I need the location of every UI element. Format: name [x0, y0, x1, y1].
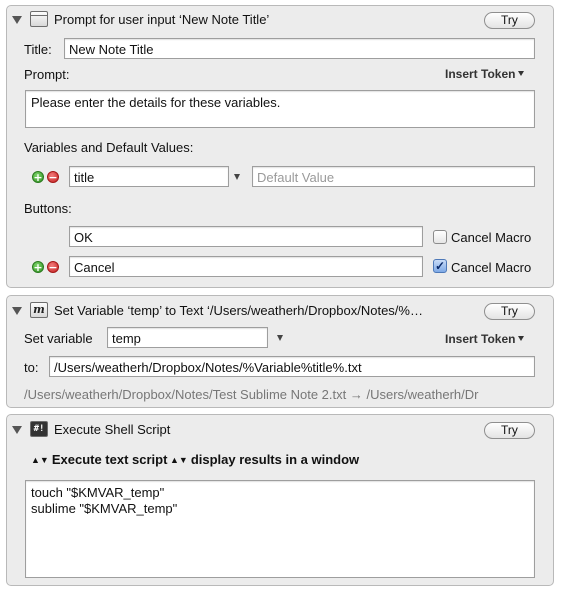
cancel-macro-label: Cancel Macro: [451, 260, 532, 275]
cancel-macro-checkbox[interactable]: [433, 230, 447, 244]
chevron-down-icon[interactable]: [277, 335, 283, 341]
chevron-down-icon[interactable]: [234, 174, 240, 180]
default-value-field[interactable]: Default Value: [252, 166, 535, 187]
try-button[interactable]: Try: [484, 422, 535, 439]
action-title: Set Variable ‘temp’ to Text ‘/Users/weat…: [54, 303, 423, 318]
output-mode-label: display results in a window: [190, 452, 360, 467]
window-icon: [30, 11, 48, 27]
button-ok-field[interactable]: OK: [69, 226, 423, 247]
buttons-label: Buttons:: [24, 201, 72, 216]
try-button[interactable]: Try: [484, 12, 535, 29]
cancel-macro-checkbox-checked[interactable]: ✓: [433, 259, 447, 273]
disclosure-triangle-icon[interactable]: [12, 307, 22, 315]
action-title: Prompt for user input ‘New Note Title’: [54, 12, 270, 27]
set-variable-label: Set variable: [24, 331, 93, 346]
prompt-textarea[interactable]: Please enter the details for these varia…: [25, 90, 535, 128]
chevron-down-icon: [518, 71, 525, 76]
prompt-label: Prompt:: [24, 67, 70, 82]
shell-script-icon: #!: [30, 421, 48, 437]
shell-script-action-panel: #! Execute Shell Script Try ▲▼ Execute te…: [6, 414, 554, 586]
variable-name-field[interactable]: temp: [107, 327, 268, 348]
title-label: Title:: [24, 42, 52, 57]
disclosure-triangle-icon[interactable]: [12, 426, 22, 434]
execution-mode-popup[interactable]: ▲▼ Execute text script: [31, 452, 167, 467]
insert-token-menu[interactable]: Insert Token: [445, 332, 525, 346]
to-label: to:: [24, 360, 39, 375]
variables-label: Variables and Default Values:: [24, 140, 194, 155]
button-cancel-field[interactable]: Cancel: [69, 256, 423, 277]
disclosure-triangle-icon[interactable]: [12, 16, 22, 24]
remove-variable-icon[interactable]: −: [47, 171, 59, 183]
add-button-icon[interactable]: +: [32, 261, 44, 273]
execution-mode-label: Execute text script: [51, 452, 168, 467]
try-button[interactable]: Try: [484, 303, 535, 320]
prompt-action-panel: Prompt for user input ‘New Note Title’ T…: [6, 5, 554, 288]
to-text-field[interactable]: /Users/weatherh/Dropbox/Notes/%Variable%…: [49, 356, 535, 377]
chevron-down-icon: [518, 336, 525, 341]
variable-name-field[interactable]: title: [69, 166, 229, 187]
insert-token-label: Insert Token: [445, 332, 516, 346]
cancel-macro-label: Cancel Macro: [451, 230, 532, 245]
updown-arrows-icon: ▲▼: [31, 455, 49, 465]
set-variable-action-panel: m Set Variable ‘temp’ to Text ‘/Users/we…: [6, 295, 554, 408]
remove-button-icon[interactable]: −: [47, 261, 59, 273]
add-variable-icon[interactable]: +: [32, 171, 44, 183]
insert-token-label: Insert Token: [445, 67, 516, 81]
insert-token-menu[interactable]: Insert Token: [445, 67, 525, 81]
token-preview-text: /Users/weatherh/Dropbox/Notes/Test Subli…: [24, 387, 479, 402]
script-textarea[interactable]: touch "$KMVAR_temp" sublime "$KMVAR_temp…: [25, 480, 535, 578]
variable-m-icon: m: [30, 302, 48, 318]
updown-arrows-icon: ▲▼: [170, 455, 188, 465]
action-title: Execute Shell Script: [54, 422, 171, 437]
title-field[interactable]: New Note Title: [64, 38, 535, 59]
output-mode-popup[interactable]: ▲▼ display results in a window: [170, 452, 359, 467]
